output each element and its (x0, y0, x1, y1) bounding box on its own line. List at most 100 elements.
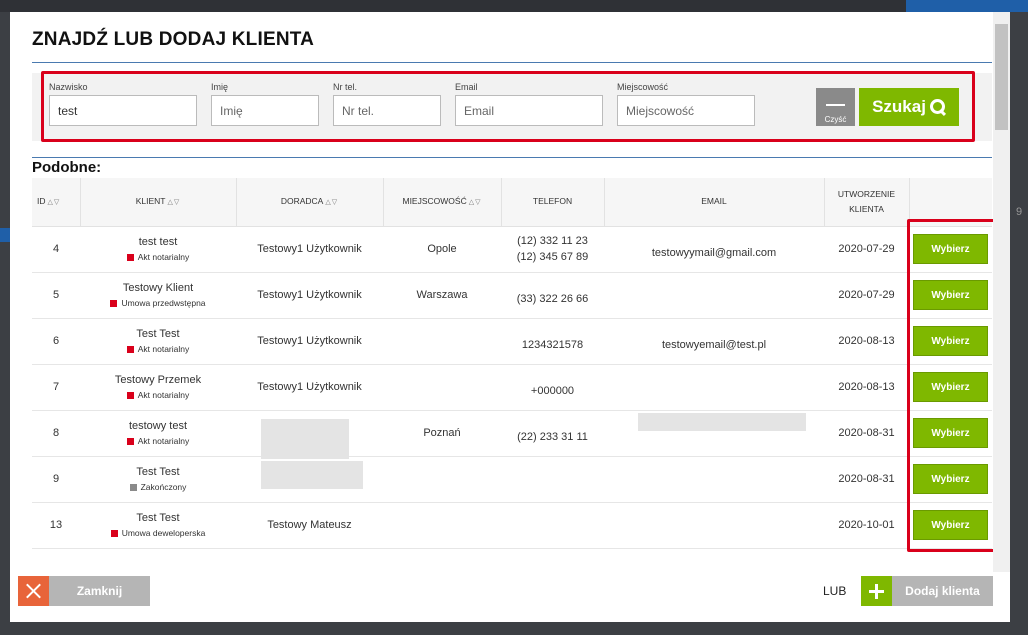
table-row: 7 Testowy Przemek Akt notarialny Testowy1… (32, 364, 992, 411)
cell-advisor: Testowy1 Użytkownik (236, 272, 383, 319)
cell-id: 8 (32, 410, 80, 457)
cell-phone: +000000 (501, 364, 604, 411)
cell-phone (501, 456, 604, 503)
header-id[interactable]: ID △▽ (32, 178, 81, 227)
status-label: Akt notarialny (137, 344, 190, 354)
status-square-icon (110, 530, 118, 537)
redacted-block (638, 413, 806, 431)
cell-advisor: Testowy Mateusz (236, 502, 383, 549)
status-label: Akt notarialny (137, 390, 190, 400)
client-name: Testowy Przemek (114, 374, 202, 386)
table-row: 9 Test Test Zakończony 2020-08-31 Wybierz (32, 456, 992, 503)
client-name: testowy test (128, 420, 188, 432)
cell-phone: (12) 332 11 23 (12) 345 67 89 (501, 226, 604, 273)
cell-created: 2020-08-13 (824, 318, 909, 365)
status-label: Zakończony (140, 482, 187, 492)
status-label: Akt notarialny (137, 252, 190, 262)
header-created: UTWORZENIE KLIENTA (824, 178, 910, 227)
cell-city: Warszawa (383, 272, 501, 319)
cell-email (604, 272, 824, 319)
cell-client: Test Test Umowa deweloperska (80, 502, 236, 549)
cell-id: 4 (32, 226, 80, 273)
cell-city: Opole (383, 226, 501, 273)
cell-phone: (33) 322 26 66 (501, 272, 604, 319)
status-badge: Umowa przedwstępna (80, 296, 236, 310)
client-name: Testowy Klient (122, 282, 194, 294)
header-client-label: KLIENT (135, 195, 166, 206)
cell-created: 2020-07-29 (824, 226, 909, 273)
plus-icon (861, 576, 892, 606)
close-label: Zamknij (76, 584, 123, 598)
or-label: LUB (823, 584, 847, 598)
cell-phone (501, 502, 604, 549)
header-email-label: EMAIL (701, 196, 727, 207)
table-row: 13 Test Test Umowa deweloperska Testowy M… (32, 502, 992, 549)
header-advisor[interactable]: DORADCA △▽ (236, 178, 384, 227)
header-client[interactable]: KLIENT △▽ (80, 178, 237, 227)
similar-divider (32, 157, 992, 158)
cell-created: 2020-08-31 (824, 410, 909, 457)
cell-id: 5 (32, 272, 80, 319)
table-row: 5 Testowy Klient Umowa przedwstępna Testo… (32, 272, 992, 319)
cell-city (383, 502, 501, 549)
cell-client: Test Test Zakończony (80, 456, 236, 503)
redacted-block (261, 419, 349, 459)
close-icon (18, 576, 49, 606)
cell-created: 2020-10-01 (824, 502, 909, 549)
status-label: Umowa deweloperska (121, 528, 206, 538)
header-city[interactable]: MIEJSCOWOŚĆ △▽ (383, 178, 502, 227)
results-table: ID △▽ KLIENT △▽ DORADCA △▽ MIEJSCOWOŚĆ △▽ TE… (32, 178, 992, 549)
sort-arrows-icon: △▽ (167, 198, 181, 206)
select-buttons-highlight-outline (907, 219, 996, 552)
header-created-label: UTWORZENIE KLIENTA (837, 188, 896, 214)
cell-created: 2020-08-31 (824, 456, 909, 503)
table-row: 8 testowy test Akt notarialny Poznań (22)… (32, 410, 992, 457)
find-or-add-client-modal: ZNAJDŹ LUB DODAJ KLIENTA Nazwisko Imię N… (10, 12, 1010, 622)
redacted-block (261, 461, 363, 489)
phone-secondary: (12) 345 67 89 (516, 251, 589, 263)
sort-arrows-icon: △▽ (47, 198, 61, 206)
cell-id: 9 (32, 456, 80, 503)
header-id-label: ID (37, 195, 46, 206)
add-client-label: Dodaj klienta (905, 584, 980, 598)
header-email: EMAIL (604, 178, 825, 227)
status-label: Akt notarialny (137, 436, 190, 446)
cell-email (604, 364, 824, 411)
table-header-row: ID △▽ KLIENT △▽ DORADCA △▽ MIEJSCOWOŚĆ △▽ TE… (32, 178, 992, 227)
status-square-icon (126, 254, 134, 261)
cell-city (383, 318, 501, 365)
sort-arrows-icon: △▽ (468, 198, 482, 206)
header-phone: TELEFON (501, 178, 605, 227)
cell-email (604, 502, 824, 549)
background-app-bar (0, 0, 1028, 12)
table-row: 6 Test Test Akt notarialny Testowy1 Użytk… (32, 318, 992, 365)
cell-client: Testowy Przemek Akt notarialny (80, 364, 236, 411)
scrollbar-thumb[interactable] (995, 24, 1008, 130)
cell-email (604, 456, 824, 503)
title-divider (32, 62, 992, 63)
client-name: Test Test (136, 466, 180, 478)
cell-created: 2020-08-13 (824, 364, 909, 411)
status-square-icon (126, 346, 134, 353)
cell-client: testowy test Akt notarialny (80, 410, 236, 457)
phone-primary: (12) 332 11 23 (517, 235, 588, 247)
status-label: Umowa przedwstępna (121, 298, 206, 308)
cell-city: Poznań (383, 410, 501, 457)
client-name: test test (138, 236, 178, 248)
cell-id: 7 (32, 364, 80, 411)
status-square-icon (126, 438, 134, 445)
background-app-strip (0, 228, 10, 242)
cell-client: Test Test Akt notarialny (80, 318, 236, 365)
table-row: 4 test test Akt notarialny Testowy1 Użytk… (32, 226, 992, 273)
cell-phone: (22) 233 31 11 (501, 410, 604, 457)
cell-email: testowyymail@gmail.com (604, 226, 824, 273)
add-client-button[interactable]: Dodaj klienta (861, 576, 993, 606)
cell-city (383, 456, 501, 503)
header-city-label: MIEJSCOWOŚĆ (402, 195, 467, 206)
status-badge: Akt notarialny (80, 434, 236, 448)
modal-title: ZNAJDŹ LUB DODAJ KLIENTA (32, 29, 315, 50)
status-square-icon (126, 392, 134, 399)
close-button[interactable]: Zamknij (18, 576, 150, 606)
cell-id: 6 (32, 318, 80, 365)
status-square-icon (110, 300, 118, 307)
